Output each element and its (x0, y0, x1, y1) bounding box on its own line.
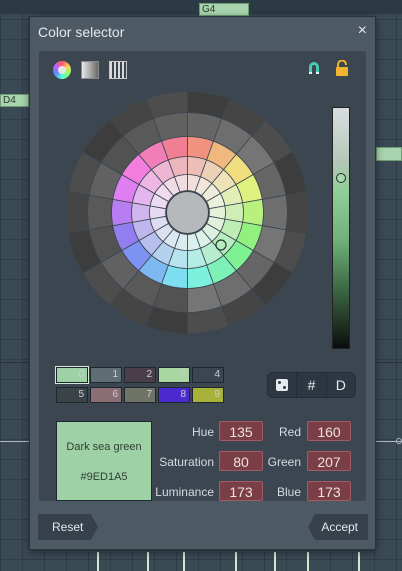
automation-point[interactable] (396, 438, 402, 444)
color-wheel[interactable] (66, 91, 309, 334)
color-name: Dark sea green (66, 441, 142, 453)
hex-input-button[interactable]: # (296, 373, 325, 397)
lock-icon[interactable] (335, 60, 349, 76)
swatch-index: 5 (78, 389, 84, 400)
dialog-title: Color selector (38, 24, 125, 40)
swatch-index: 1 (112, 369, 118, 380)
color-selector-dialog: Color selector × 0 1 2 3 4 5 6 7 8 9 # D… (29, 16, 376, 550)
velocity-bar[interactable] (274, 552, 276, 571)
velocity-bar[interactable] (97, 552, 99, 571)
default-color-button[interactable]: D (325, 373, 355, 397)
luminance-value[interactable]: 173 (219, 481, 263, 501)
velocity-bar[interactable] (358, 552, 360, 571)
swatch-index: 2 (146, 369, 152, 380)
selector-panel: 0 1 2 3 4 5 6 7 8 9 # D Dark sea green #… (39, 51, 366, 501)
palette-swatch[interactable]: 0 (55, 366, 89, 384)
palette-swatch[interactable]: 9 (192, 387, 224, 403)
dice-icon (276, 379, 289, 392)
palette-swatch[interactable]: 5 (56, 387, 88, 403)
blue-value[interactable]: 173 (307, 481, 351, 501)
wheel-segment[interactable] (242, 198, 264, 227)
red-label: Red (278, 425, 301, 439)
title-bar[interactable]: Color selector × (30, 17, 375, 47)
velocity-bar[interactable] (147, 552, 149, 571)
wheel-segment[interactable] (66, 191, 90, 234)
palette-swatch[interactable]: 6 (90, 387, 122, 403)
swatch-index: 7 (146, 389, 152, 400)
velocity-bar[interactable] (307, 552, 309, 571)
palette-swatch[interactable]: 1 (90, 367, 122, 383)
wheel-segment[interactable] (87, 194, 114, 231)
hue-label: Hue (191, 425, 214, 439)
gradient-icon[interactable] (81, 61, 99, 79)
palette-swatch[interactable]: 3 (158, 367, 190, 383)
random-color-button[interactable] (268, 373, 296, 397)
note-label: G4 (202, 4, 216, 15)
swatch-index: 6 (112, 389, 118, 400)
swatch-index: 3 (180, 369, 186, 380)
swatch-index: 0 (78, 369, 84, 380)
velocity-bar[interactable] (235, 552, 237, 571)
brightness-slider-thumb[interactable] (336, 173, 346, 183)
palette-swatch[interactable]: 7 (124, 387, 156, 403)
palette-swatch[interactable]: 4 (192, 367, 224, 383)
note-right[interactable] (376, 147, 402, 161)
red-value[interactable]: 160 (307, 421, 351, 441)
note-g4[interactable]: G4 (199, 3, 249, 16)
wheel-segment[interactable] (261, 194, 288, 231)
reset-button[interactable]: Reset (38, 514, 98, 540)
saturation-label: Saturation (159, 455, 214, 469)
wheel-center[interactable] (166, 191, 209, 234)
color-tools: # D (267, 372, 356, 398)
color-preview: Dark sea green #9ED1A5 (56, 421, 152, 501)
luminance-label: Luminance (155, 485, 214, 499)
palette-grid-icon[interactable] (109, 61, 127, 79)
note-d4[interactable]: D4 (0, 94, 29, 107)
color-hex: #9ED1A5 (80, 471, 128, 483)
magnet-icon[interactable] (307, 61, 321, 75)
swatch-index: 8 (180, 389, 186, 400)
note-label: D4 (3, 95, 16, 106)
saturation-value[interactable]: 80 (219, 451, 263, 471)
color-wheel-icon[interactable] (53, 61, 71, 79)
green-label: Green (267, 455, 301, 469)
close-icon[interactable]: × (358, 22, 367, 40)
wheel-segment[interactable] (111, 198, 133, 227)
swatch-index: 9 (214, 389, 220, 400)
blue-label: Blue (276, 485, 301, 499)
green-value[interactable]: 207 (307, 451, 351, 471)
palette-swatch[interactable]: 2 (124, 367, 156, 383)
accept-button[interactable]: Accept (308, 514, 368, 540)
wheel-segment[interactable] (285, 191, 309, 234)
swatch-index: 4 (214, 369, 220, 380)
palette-swatch[interactable]: 8 (158, 387, 190, 403)
hue-value[interactable]: 135 (219, 421, 263, 441)
brightness-slider[interactable] (332, 107, 350, 349)
velocity-bar[interactable] (183, 552, 185, 571)
